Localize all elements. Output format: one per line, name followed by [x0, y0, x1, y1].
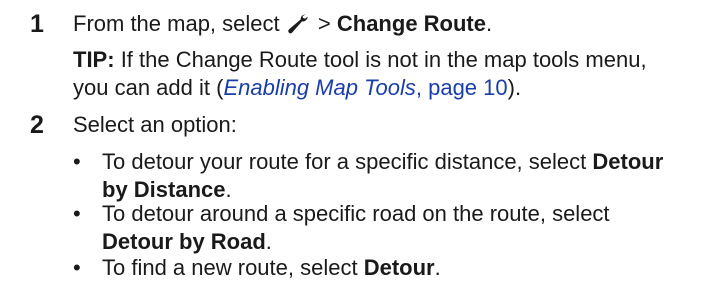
option-description: To detour your route for a specific dist…: [102, 149, 587, 174]
step-number: 1: [30, 10, 44, 38]
detour-by-distance-label-2: by Distance: [102, 177, 226, 202]
list-item: • To find a new route, select Detour.: [73, 254, 703, 282]
tip-text-end: ).: [507, 75, 522, 100]
option-text-line-1: To detour around a specific road on the …: [102, 201, 610, 226]
tip-line-2: you can add it (Enabling Map Tools, page…: [73, 74, 693, 102]
tip-block: TIP: If the Change Route tool is not in …: [73, 46, 693, 102]
step-instruction: From the map, select > Change Route.: [73, 10, 492, 38]
tip-text-2: you can add it (: [73, 75, 224, 100]
tip-line-1: TIP: If the Change Route tool is not in …: [73, 46, 693, 74]
option-text-line-2: Detour by Road.: [102, 229, 272, 254]
tip-text-1: If the Change Route tool is not in the m…: [120, 47, 647, 72]
option-text: To detour around a specific road on the …: [102, 200, 702, 256]
tip-label: TIP:: [73, 47, 115, 72]
list-item: • To detour your route for a specific di…: [73, 148, 703, 204]
option-description: To find a new route, select: [102, 255, 358, 280]
detour-label: Detour: [363, 255, 435, 280]
option-text: To detour your route for a specific dist…: [102, 148, 702, 204]
list-item: • To detour around a specific road on th…: [73, 200, 703, 256]
option-text-line-1: To find a new route, select Detour.: [102, 255, 441, 280]
detour-by-road-label: Detour by Road: [102, 229, 266, 254]
step-number: 2: [30, 111, 44, 139]
option-end: .: [434, 255, 441, 280]
option-text-line-2: by Distance.: [102, 177, 232, 202]
instruction-suffix: .: [486, 11, 493, 36]
option-description: To detour around a specific road on the …: [102, 201, 610, 226]
bullet-icon: •: [73, 149, 81, 174]
enabling-map-tools-link[interactable]: Enabling Map Tools: [223, 75, 415, 100]
bullet-icon: •: [73, 201, 81, 226]
option-end: .: [265, 229, 272, 254]
wrench-icon: [288, 14, 308, 34]
detour-by-distance-label: Detour: [592, 149, 664, 174]
change-route-label: Change Route: [336, 11, 486, 36]
step-instruction: Select an option:: [73, 112, 237, 137]
option-text-line-1: To detour your route for a specific dist…: [102, 149, 663, 174]
option-end: .: [225, 177, 232, 202]
page-reference-link[interactable]: , page 10: [416, 75, 508, 100]
menu-separator: >: [317, 11, 331, 36]
bullet-icon: •: [73, 255, 81, 280]
instruction-page: 1 From the map, select > Change Route. T…: [0, 0, 707, 286]
option-text: To find a new route, select Detour.: [102, 254, 702, 282]
instruction-prefix: From the map, select: [73, 11, 280, 36]
